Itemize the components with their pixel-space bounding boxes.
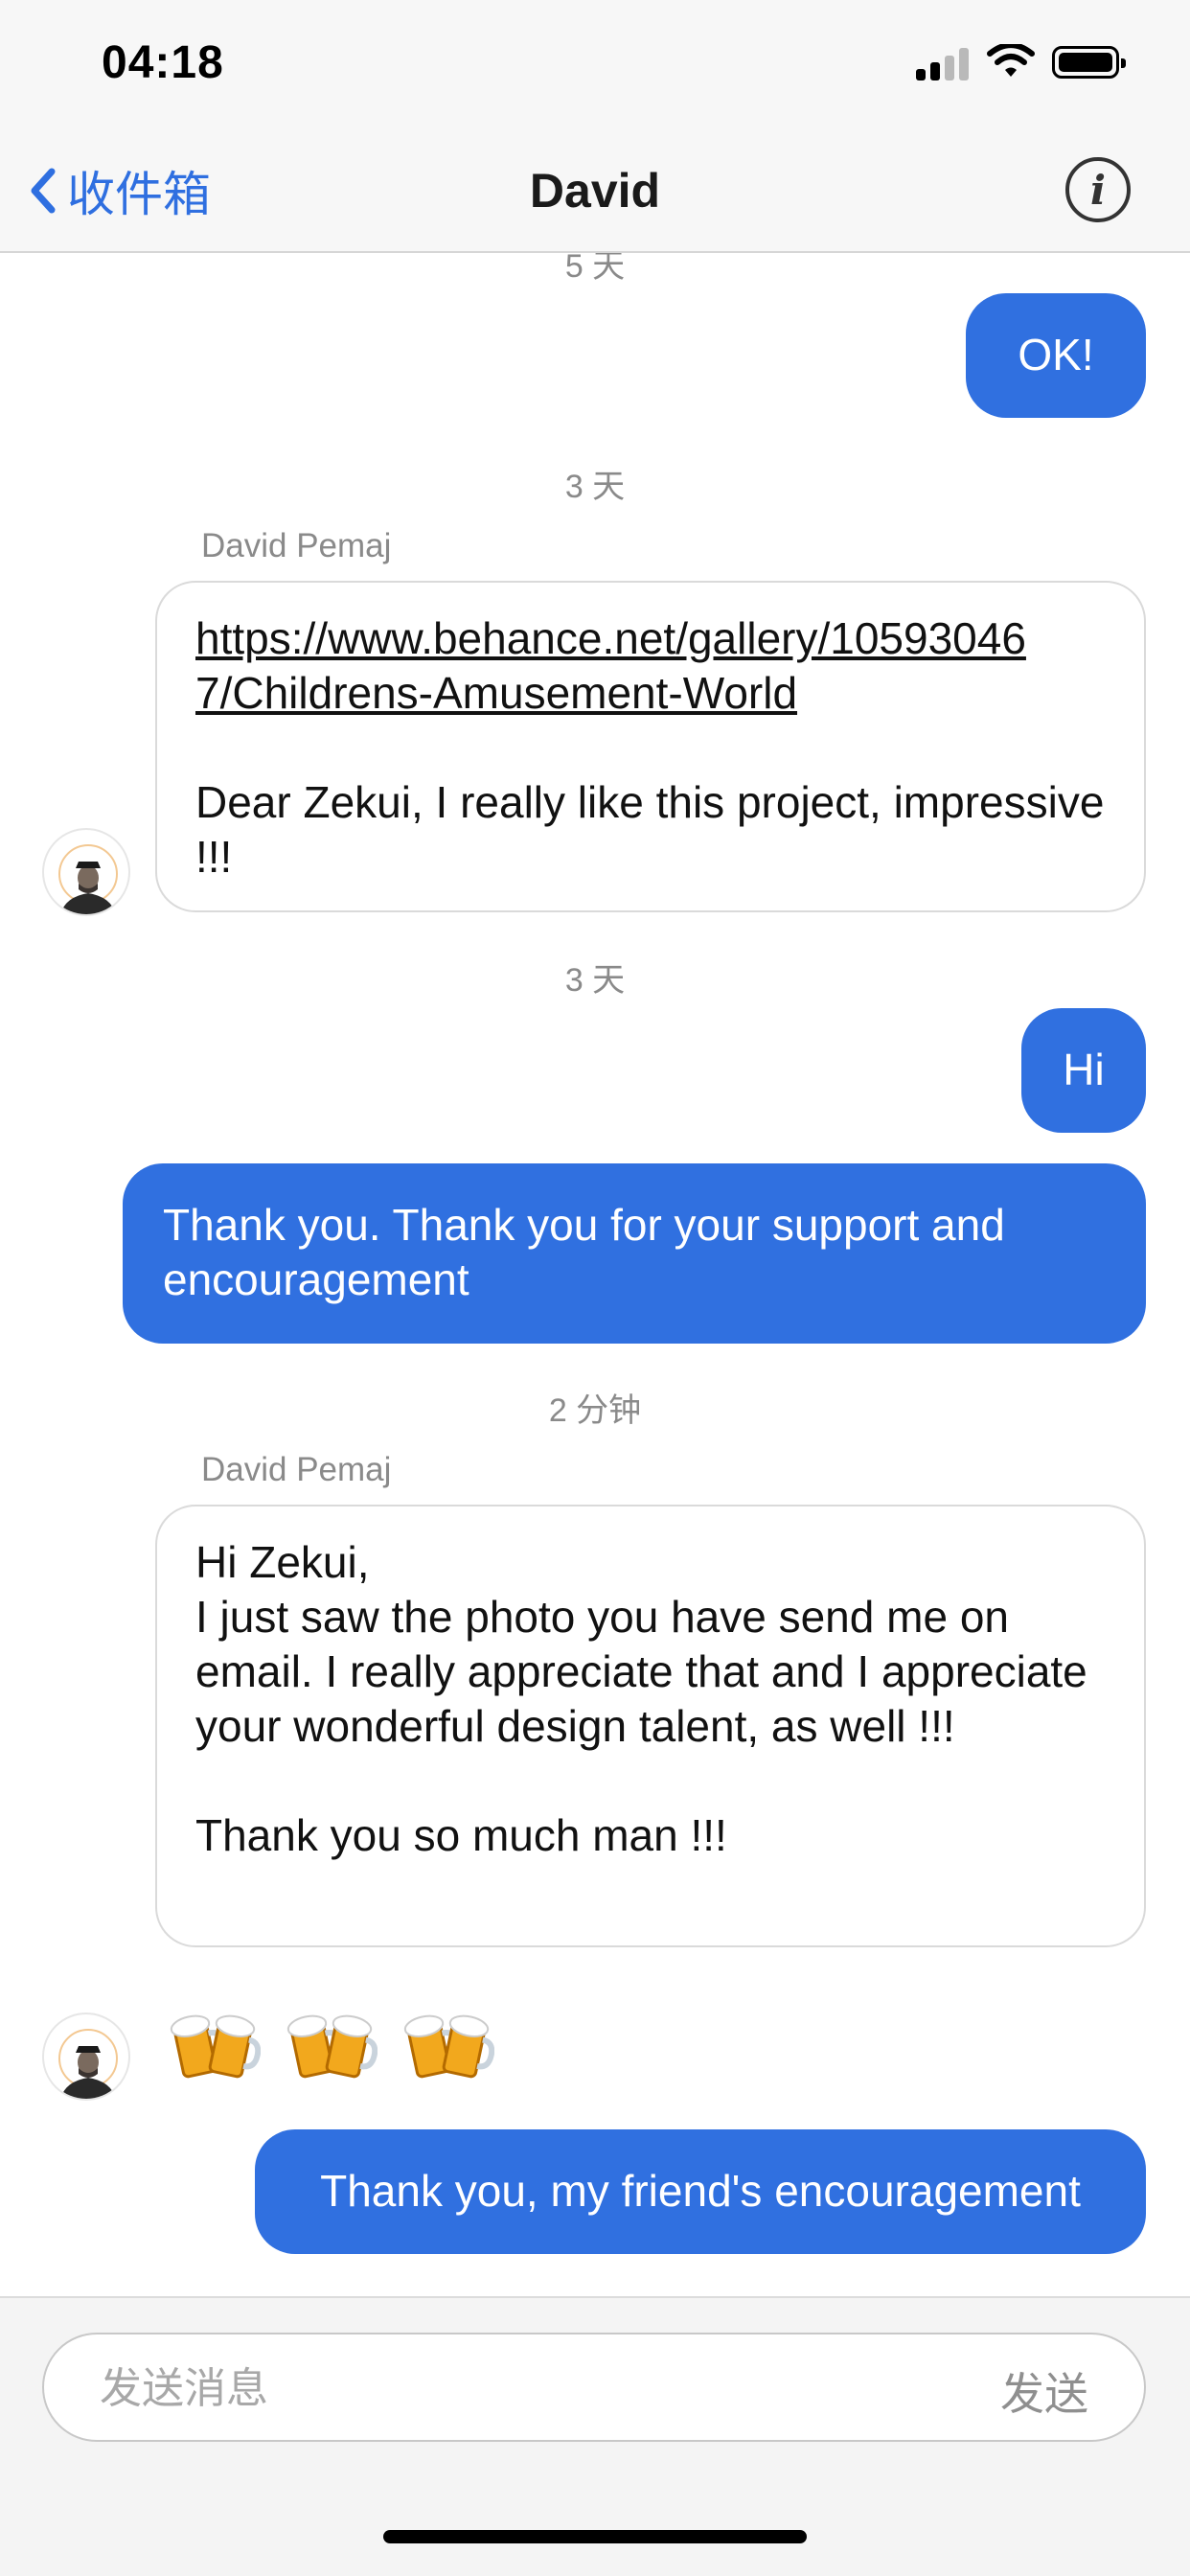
outgoing-message[interactable]: OK! (966, 293, 1146, 418)
incoming-message[interactable]: Hi Zekui, I just saw the photo you have … (155, 1505, 1146, 1947)
message-link[interactable]: https://www.behance.net/gallery/10593046… (195, 611, 1058, 721)
clinking-beer-mugs-icon (403, 2014, 494, 2079)
outgoing-message[interactable]: Thank you, my friend's encouragement (255, 2129, 1146, 2254)
timestamp: 3 天 (564, 469, 626, 505)
cellular-signal-icon (916, 48, 970, 80)
clinking-beer-mugs-icon (286, 2014, 378, 2079)
message-input-container: 发送 (42, 2333, 1146, 2442)
wifi-icon (987, 44, 1035, 77)
avatar-image (58, 2029, 118, 2099)
message-input[interactable] (98, 2356, 964, 2421)
avatar[interactable] (42, 2012, 130, 2101)
timestamp: 3 天 (564, 962, 626, 999)
avatar[interactable] (42, 828, 130, 916)
outgoing-message[interactable]: Hi (1021, 1008, 1146, 1133)
status-time: 04:18 (102, 37, 224, 88)
conversation-title: David (529, 164, 661, 218)
info-icon[interactable]: i (1065, 157, 1131, 222)
avatar-image (58, 844, 118, 914)
outgoing-message[interactable]: Thank you. Thank you for your support an… (123, 1163, 1146, 1344)
timestamp: 2 分钟 (548, 1392, 642, 1429)
status-bar: 04:18 (0, 0, 1190, 126)
message-text: Hi Zekui, I just saw the photo you have … (195, 1537, 1087, 1751)
sender-name: David Pemaj (201, 527, 392, 564)
sender-name: David Pemaj (201, 1451, 392, 1488)
home-indicator[interactable] (383, 2530, 807, 2543)
clinking-beer-mugs-icon (170, 2014, 261, 2079)
battery-icon (1052, 46, 1126, 79)
message-text: Thank you so much man !!! (195, 1810, 727, 1860)
emoji-message[interactable] (165, 1993, 515, 2089)
incoming-message[interactable]: https://www.behance.net/gallery/10593046… (155, 581, 1146, 912)
message-text: Dear Zekui, I really like this project, … (195, 777, 1105, 882)
navigation-bar: 收件箱 David i (0, 126, 1190, 253)
send-button[interactable]: 发送 (1000, 2359, 1088, 2423)
